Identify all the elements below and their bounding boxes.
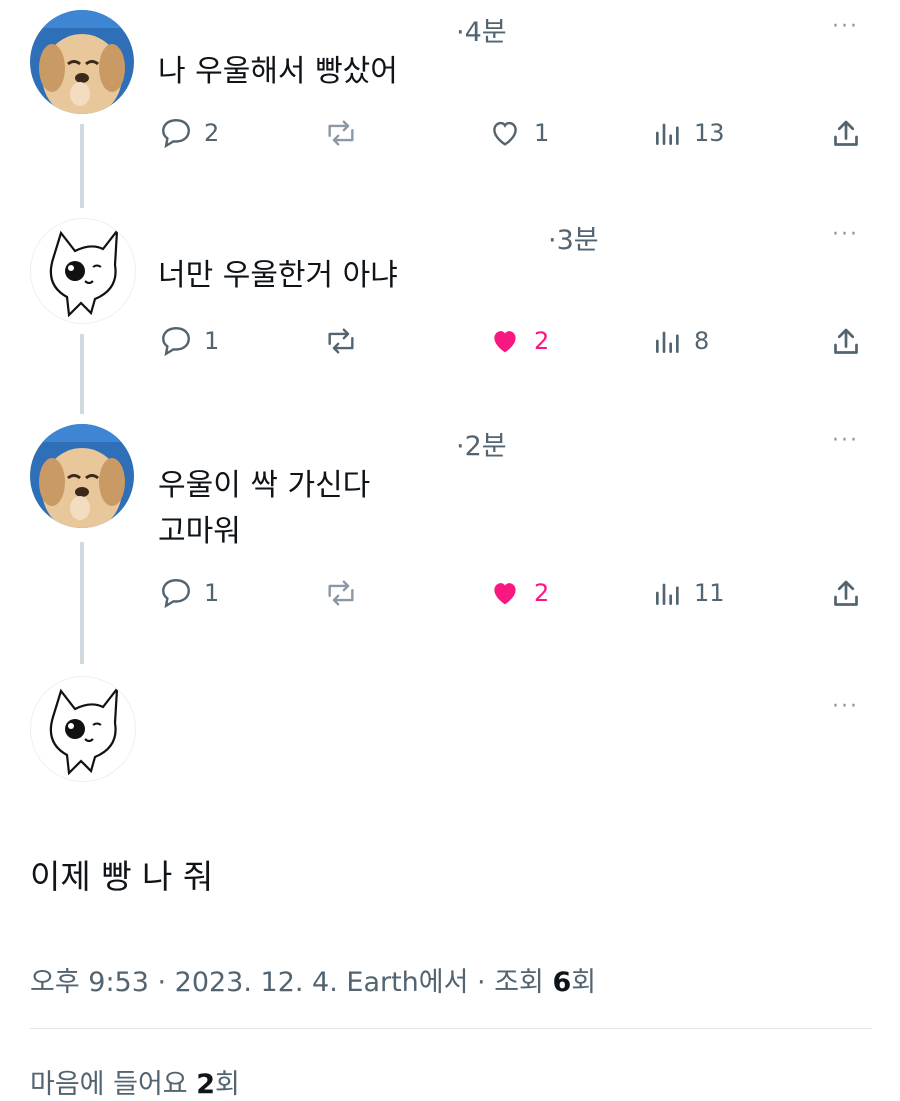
views-count: 13 [694, 119, 725, 147]
share-icon [834, 120, 858, 146]
view-count: 6 [552, 967, 572, 998]
reply-time: ·3분 [548, 225, 599, 256]
thread-line [80, 124, 84, 208]
likes-label: 마음에 들어요 [30, 1069, 197, 1100]
reply-time: ·4분 [456, 17, 507, 48]
reply-button[interactable]: 1 [158, 324, 219, 358]
avatar[interactable] [30, 218, 136, 324]
share-icon [834, 580, 858, 606]
reply-button[interactable]: 2 [158, 116, 219, 150]
views-button[interactable]: 13 [652, 116, 725, 150]
like-button[interactable]: 2 [486, 576, 549, 610]
more-options-icon[interactable]: ··· [832, 222, 859, 247]
views-chart-icon [656, 331, 679, 353]
likes-summary[interactable]: 마음에 들어요 2회 [30, 1062, 240, 1101]
avatar[interactable] [30, 10, 134, 114]
cat-avatar-icon [31, 677, 135, 781]
more-options-icon[interactable]: ··· [832, 694, 859, 719]
heart-outline-icon [493, 121, 517, 146]
heart-filled-icon [494, 583, 516, 605]
comment-icon [162, 119, 190, 149]
likes-total: 2 [196, 1069, 216, 1100]
retweet-icon [328, 328, 354, 354]
like-count: 2 [534, 579, 550, 607]
divider [30, 1028, 872, 1029]
views-count: 8 [694, 327, 710, 355]
like-button[interactable]: 2 [486, 324, 549, 358]
thread-line [80, 334, 84, 414]
more-options-icon[interactable]: ··· [832, 428, 859, 453]
retweet-icon [328, 120, 354, 146]
like-count: 2 [534, 327, 550, 355]
like-button[interactable]: 1 [486, 116, 549, 150]
share-button[interactable] [828, 576, 864, 612]
like-count: 1 [534, 119, 550, 147]
comment-icon [162, 327, 190, 357]
views-chart-icon [656, 583, 679, 605]
cat-avatar-icon [31, 219, 135, 323]
views-chart-icon [656, 123, 679, 145]
retweet-button[interactable] [322, 576, 360, 610]
main-tweet-text: 이제 빵 나 줘 [30, 857, 214, 896]
reply-count: 2 [204, 119, 220, 147]
likes-suffix: 회 [215, 1069, 240, 1100]
tweet-meta: 오후 9:53 · 2023. 12. 4. Earth에서 · 조회 6회 [30, 960, 596, 999]
reply-button[interactable]: 1 [158, 576, 219, 610]
view-count-suffix: 회 [571, 967, 597, 998]
retweet-icon [328, 580, 354, 606]
puppy-avatar-icon [30, 424, 134, 528]
retweet-button[interactable] [322, 116, 360, 150]
reply-text-line: 고마워 [158, 514, 241, 549]
reply-count: 1 [204, 327, 220, 355]
share-button[interactable] [828, 324, 864, 360]
tweet-meta-text: 오후 9:53 · 2023. 12. 4. Earth에서 · 조회 [30, 967, 553, 998]
reply-text-line: 나 우울해서 빵샀어 [158, 54, 398, 89]
reply-time: ·2분 [456, 431, 507, 462]
comment-icon [162, 579, 190, 609]
views-count: 11 [694, 579, 725, 607]
thread-line [80, 542, 84, 664]
reply-count: 1 [204, 579, 220, 607]
reply-text-line: 우울이 싹 가신다 [158, 468, 371, 503]
reply-text-line: 너만 우울한거 아냐 [158, 258, 398, 293]
views-button[interactable]: 11 [652, 576, 725, 610]
avatar[interactable] [30, 424, 134, 528]
retweet-button[interactable] [322, 324, 360, 358]
puppy-avatar-icon [30, 10, 134, 114]
more-options-icon[interactable]: ··· [832, 14, 859, 39]
views-button[interactable]: 8 [652, 324, 709, 358]
share-icon [834, 328, 858, 354]
share-button[interactable] [828, 116, 864, 152]
heart-filled-icon [494, 331, 516, 353]
avatar[interactable] [30, 676, 136, 782]
